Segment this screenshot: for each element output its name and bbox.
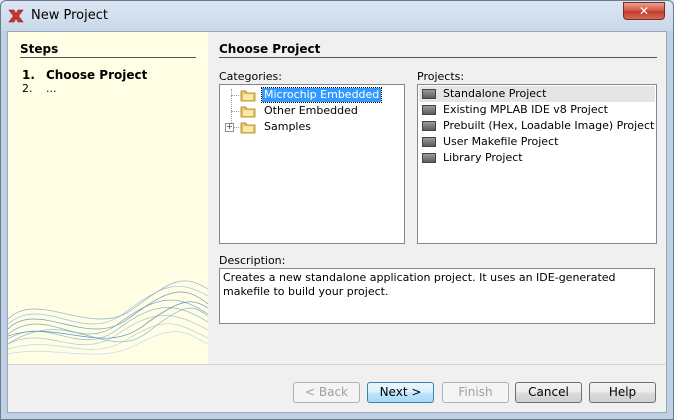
tree-item-microchip-embedded[interactable]: Microchip Embedded <box>222 87 402 103</box>
description-label: Description: <box>219 254 286 267</box>
new-project-dialog: New Project ✕ Steps 1. Choose Project 2..… <box>0 0 674 420</box>
project-item-label: Prebuilt (Hex, Loadable Image) Project <box>443 119 655 132</box>
next-button[interactable]: Next > <box>367 382 434 403</box>
project-item-label: Existing MPLAB IDE v8 Project <box>443 103 608 116</box>
project-item-label: Standalone Project <box>443 87 547 100</box>
steps-divider <box>20 57 196 58</box>
project-item-prebuilt[interactable]: Prebuilt (Hex, Loadable Image) Project <box>419 118 655 134</box>
project-item-existing-mplab[interactable]: Existing MPLAB IDE v8 Project <box>419 102 655 118</box>
project-item-user-makefile[interactable]: User Makefile Project <box>419 134 655 150</box>
tree-item-other-embedded[interactable]: Other Embedded <box>222 103 402 119</box>
folder-icon <box>240 122 256 134</box>
step-label: ... <box>46 82 57 95</box>
project-type-icon <box>422 89 436 99</box>
title-bar[interactable]: New Project ✕ <box>1 1 673 31</box>
steps-panel: Steps 1. Choose Project 2.... <box>8 32 208 364</box>
project-item-label: Library Project <box>443 151 523 164</box>
step-number: 2. <box>22 82 33 95</box>
tree-item-label: Microchip Embedded <box>260 87 383 103</box>
dialog-content: Steps 1. Choose Project 2.... Choose Pro… <box>7 31 667 413</box>
tree-item-label: Samples <box>264 120 311 133</box>
project-type-icon <box>422 137 436 147</box>
project-type-icon <box>422 121 436 131</box>
title-divider <box>219 57 657 58</box>
choose-project-panel: Choose Project Categories: Projects: Mic… <box>218 32 668 364</box>
tree-item-samples[interactable]: + Samples <box>222 119 402 135</box>
project-item-library[interactable]: Library Project <box>419 150 655 166</box>
folder-icon <box>240 90 256 102</box>
project-type-icon <box>422 153 436 163</box>
project-item-label: User Makefile Project <box>443 135 559 148</box>
window-title: New Project <box>31 8 108 23</box>
step-item: 1. Choose Project <box>22 68 147 82</box>
projects-label: Projects: <box>417 70 465 83</box>
close-icon: ✕ <box>638 4 650 18</box>
step-label: Choose Project <box>46 68 148 82</box>
page-title: Choose Project <box>219 42 321 56</box>
tree-item-label: Other Embedded <box>264 104 358 117</box>
expand-plus-icon[interactable]: + <box>225 123 234 132</box>
projects-list[interactable]: Standalone Project Existing MPLAB IDE v8… <box>417 84 657 244</box>
step-item: 2.... <box>22 82 57 95</box>
close-button[interactable]: ✕ <box>623 2 665 20</box>
description-text: Creates a new standalone application pro… <box>219 268 655 324</box>
help-button[interactable]: Help <box>589 382 656 403</box>
folder-icon <box>240 106 256 118</box>
project-item-standalone[interactable]: Standalone Project <box>419 86 655 102</box>
step-number: 1. <box>22 68 35 82</box>
button-bar-divider <box>8 364 666 365</box>
finish-button[interactable]: Finish <box>442 382 509 403</box>
steps-title: Steps <box>20 42 59 56</box>
back-button[interactable]: < Back <box>293 382 360 403</box>
categories-label: Categories: <box>219 70 282 83</box>
categories-tree[interactable]: Microchip Embedded Other Embedded + Samp… <box>219 84 405 244</box>
cancel-button[interactable]: Cancel <box>515 382 582 403</box>
mplab-x-icon <box>8 9 24 23</box>
decorative-waves-image <box>8 280 208 355</box>
project-type-icon <box>422 105 436 115</box>
